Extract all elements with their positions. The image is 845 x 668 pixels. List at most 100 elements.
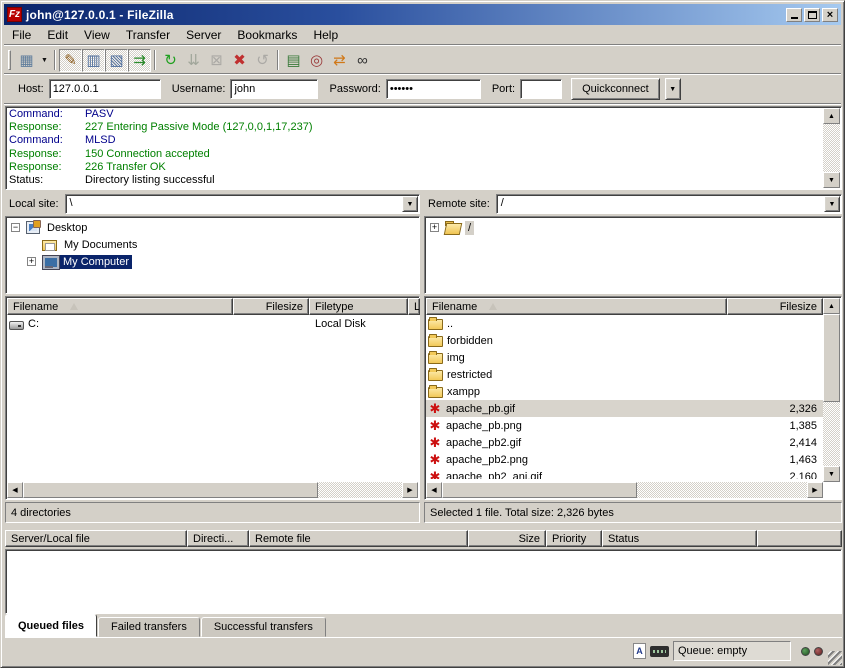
local-site-combo[interactable]: \ ▼ [65, 194, 420, 214]
cancel-icon[interactable]: ⊠ [205, 49, 228, 72]
username-input[interactable] [230, 79, 318, 99]
scroll-left-icon[interactable]: ◀ [426, 482, 442, 498]
find-files-icon[interactable]: ∞ [351, 49, 374, 72]
queue-column-header[interactable]: Size [468, 530, 546, 547]
image-file-icon [428, 419, 442, 433]
local-list-body: C: Local Disk [7, 315, 418, 479]
queue-column-header[interactable]: Priority [546, 530, 602, 547]
remote-tree: + / [424, 216, 842, 294]
column-header-filetype[interactable]: Filetype [309, 298, 408, 315]
chevron-down-icon[interactable]: ▼ [402, 196, 418, 212]
scroll-left-icon[interactable]: ◀ [7, 482, 23, 498]
directory-comparison-icon[interactable]: ◎ [305, 49, 328, 72]
remote-vertical-scrollbar[interactable]: ▲ ▼ [823, 298, 840, 482]
scroll-up-icon[interactable]: ▲ [823, 108, 840, 124]
remote-site-combo[interactable]: / ▼ [496, 194, 842, 214]
queue-status-text: Queue: empty [678, 645, 747, 657]
tree-item-my-documents[interactable]: My Documents [7, 236, 418, 253]
tree-item-root[interactable]: + / [426, 219, 840, 236]
toolbar-button[interactable] [154, 50, 156, 70]
queue-tab[interactable]: Queued files [5, 614, 97, 637]
menu-item[interactable]: Server [178, 26, 229, 44]
local-file-row[interactable]: C: Local Disk [7, 315, 418, 332]
apache_pb2.png[interactable]: apache_pb2.png 1,463 [426, 451, 823, 468]
menu-item[interactable]: Help [305, 26, 346, 44]
toggle-remote-treeview-icon[interactable]: ▧ [105, 49, 128, 72]
data-type-icon: A [633, 643, 646, 659]
remote-horizontal-scrollbar[interactable]: ◀ ▶ [426, 482, 823, 498]
transfer-queue-body[interactable] [5, 549, 842, 614]
scrollbar-thumb[interactable] [23, 482, 318, 498]
refresh-icon[interactable]: ↻ [159, 49, 182, 72]
img[interactable]: img [426, 349, 823, 366]
host-input[interactable] [49, 79, 161, 99]
port-input[interactable] [520, 79, 562, 99]
menu-item[interactable]: Edit [39, 26, 76, 44]
minimize-button[interactable] [786, 8, 802, 22]
menu-item[interactable]: Bookmarks [229, 26, 305, 44]
toolbar-grip[interactable] [8, 50, 11, 70]
collapse-icon[interactable]: − [11, 223, 20, 232]
queue-column-header[interactable] [757, 530, 842, 547]
column-header-filename[interactable]: Filename [426, 298, 727, 315]
directory-listing-filters-icon[interactable]: ▤ [282, 49, 305, 72]
quickconnect-dropdown[interactable]: ▼ [665, 78, 681, 100]
maximize-button[interactable] [804, 8, 820, 22]
queue-column-header[interactable]: Server/Local file [5, 530, 187, 547]
log-scrollbar[interactable]: ▲ ▼ [823, 108, 840, 188]
expand-icon[interactable]: + [430, 223, 439, 232]
scroll-up-icon[interactable]: ▲ [823, 298, 840, 314]
site-manager-icon[interactable]: ▦ [15, 49, 38, 72]
scroll-down-icon[interactable]: ▼ [823, 466, 840, 482]
titlebar[interactable]: Fz john@127.0.0.1 - FileZilla × [4, 4, 841, 25]
column-header-lastmodified[interactable]: L [408, 298, 420, 315]
local-horizontal-scrollbar[interactable]: ◀ ▶ [7, 482, 418, 498]
quickconnect-button[interactable]: Quickconnect [571, 78, 660, 100]
local-site-row: Local site: \ ▼ [5, 194, 420, 214]
column-header-filesize[interactable]: Filesize [233, 298, 309, 315]
image-file-icon [428, 436, 442, 450]
disconnect-icon[interactable]: ✖ [228, 49, 251, 72]
expand-icon[interactable]: + [27, 257, 36, 266]
toggle-queue-icon[interactable]: ⇉ [128, 49, 151, 72]
xampp[interactable]: xampp [426, 383, 823, 400]
resize-grip[interactable] [828, 651, 842, 665]
speed-limit-icon[interactable] [650, 646, 669, 657]
tree-item-desktop[interactable]: − Desktop [7, 219, 418, 236]
process-queue-icon[interactable]: ⇊ [182, 49, 205, 72]
apache_pb2_ani.gif[interactable]: apache_pb2_ani.gif 2,160 [426, 468, 823, 479]
menu-item[interactable]: File [4, 26, 39, 44]
toolbar-button[interactable] [277, 50, 279, 70]
queue-column-header[interactable]: Remote file [249, 530, 468, 547]
scrollbar-thumb[interactable] [823, 314, 840, 402]
scroll-down-icon[interactable]: ▼ [823, 172, 840, 188]
..[interactable]: .. [426, 315, 823, 332]
menu-item[interactable]: View [76, 26, 118, 44]
password-input[interactable] [386, 79, 481, 99]
apache_pb.gif[interactable]: apache_pb.gif 2,326 [426, 400, 823, 417]
scrollbar-thumb[interactable] [442, 482, 637, 498]
site-manager-dropdown-icon[interactable]: ▼ [38, 49, 51, 72]
toolbar-button[interactable] [54, 50, 56, 70]
menu-item[interactable]: Transfer [118, 26, 178, 44]
synchronized-browsing-icon[interactable]: ⇄ [328, 49, 351, 72]
queue-column-header[interactable]: Status [602, 530, 757, 547]
queue-column-header[interactable]: Directi... [187, 530, 249, 547]
toggle-local-treeview-icon[interactable]: ▥ [82, 49, 105, 72]
queue-tab[interactable]: Failed transfers [98, 617, 200, 637]
apache_pb.png[interactable]: apache_pb.png 1,385 [426, 417, 823, 434]
scroll-right-icon[interactable]: ▶ [807, 482, 823, 498]
chevron-down-icon[interactable]: ▼ [824, 196, 840, 212]
menu-bar: File Edit View Transfer Server Bookmarks… [4, 26, 841, 45]
column-header-filename[interactable]: Filename [7, 298, 233, 315]
tree-item-my-computer[interactable]: + My Computer [7, 253, 418, 270]
close-button[interactable]: × [822, 8, 838, 22]
reconnect-icon[interactable]: ↺ [251, 49, 274, 72]
apache_pb2.gif[interactable]: apache_pb2.gif 2,414 [426, 434, 823, 451]
toggle-message-log-icon[interactable]: ✎ [59, 49, 82, 72]
column-header-filesize[interactable]: Filesize [727, 298, 823, 315]
forbidden[interactable]: forbidden [426, 332, 823, 349]
scroll-right-icon[interactable]: ▶ [402, 482, 418, 498]
restricted[interactable]: restricted [426, 366, 823, 383]
queue-tab[interactable]: Successful transfers [201, 617, 326, 637]
